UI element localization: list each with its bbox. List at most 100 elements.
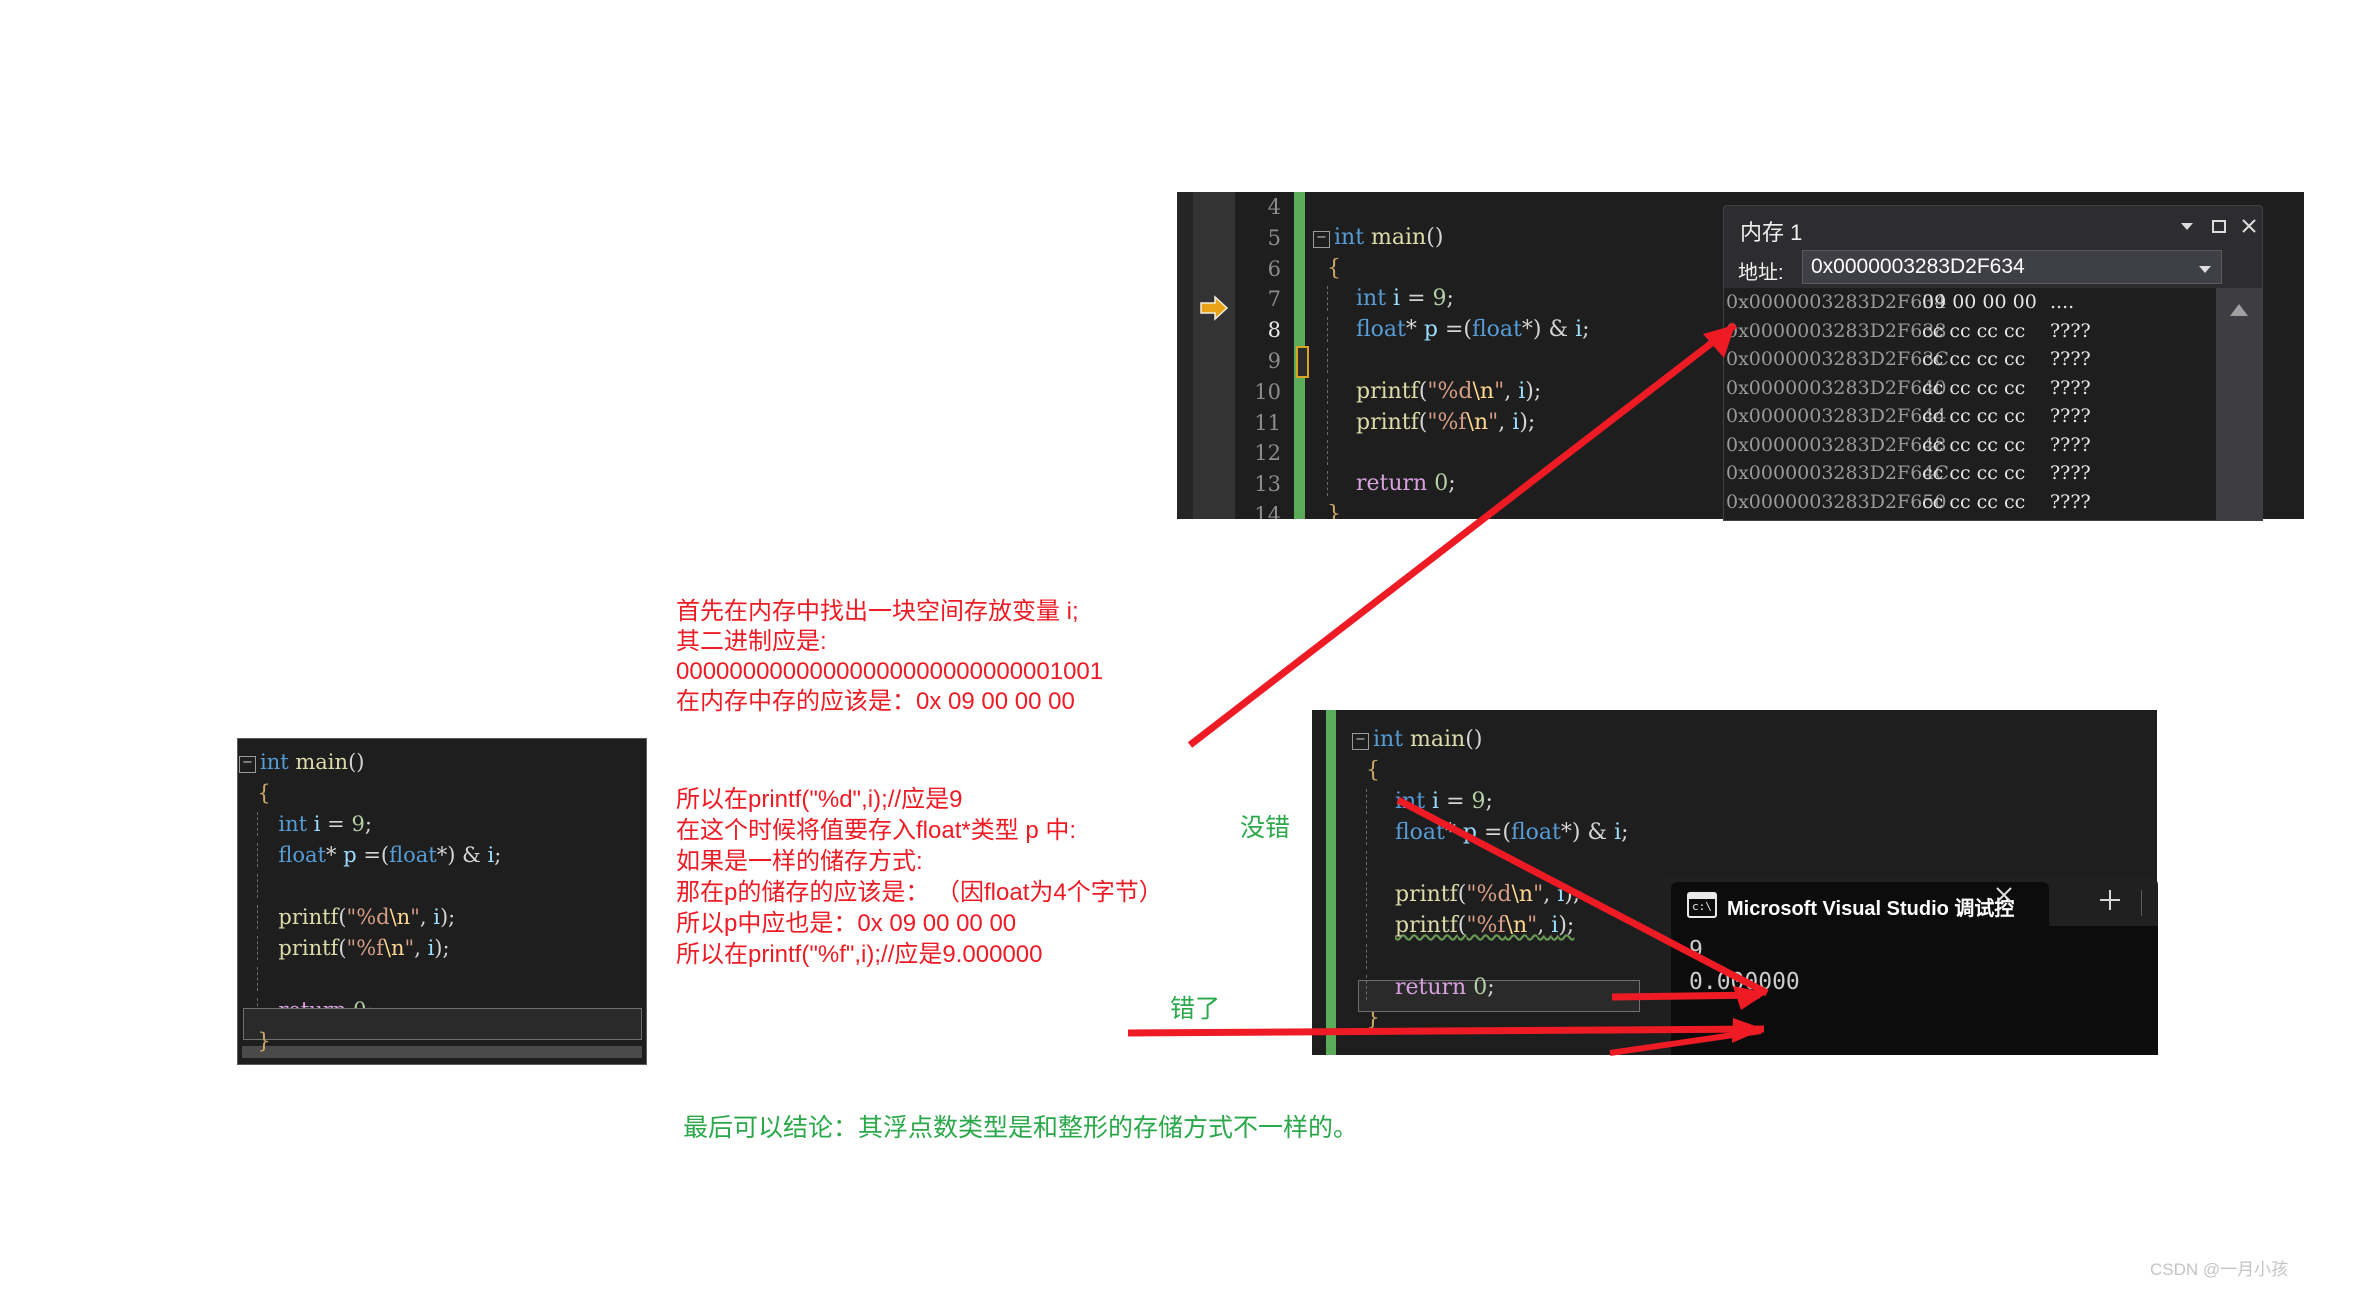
left-code-snippet-panel: − int main() { int i = 9; float* p =(floa… xyxy=(237,738,647,1065)
line-number: 10 xyxy=(1254,379,1281,404)
memory-window-title: 内存 1 xyxy=(1740,220,1803,245)
line-number-gutter: 4 5 6 7 8 9 10 11 12 13 14 xyxy=(1235,192,1287,519)
close-icon[interactable] xyxy=(2236,216,2262,240)
chevron-down-icon[interactable] xyxy=(2174,216,2200,240)
annotation-label-correct: 没错 xyxy=(1240,814,1291,842)
close-icon[interactable] xyxy=(1993,884,2015,912)
memory-row-address: 0x0000003283D2F64C xyxy=(1726,462,1949,484)
annotation-red-block-1: 首先在内存中找出一块空间存放变量 i; 其二进制应是: 000000000000… xyxy=(676,597,1103,717)
memory-row-bytes: cc cc cc cc xyxy=(1922,433,2026,456)
memory-row-bytes: 09 00 00 00 xyxy=(1922,291,2037,313)
execution-pointer-arrow-icon xyxy=(1199,295,1229,321)
code-line: int i = 9; xyxy=(1346,786,2157,817)
memory-row-ascii: ???? xyxy=(2050,433,2091,456)
memory-row: 0x0000003283D2F640cc cc cc cc???? xyxy=(1724,374,2216,403)
line-number: 7 xyxy=(1267,287,1281,312)
memory-row-address: 0x0000003283D2F640 xyxy=(1726,376,1947,399)
memory-row-ascii: .... xyxy=(2050,291,2075,313)
annotation-line: 所以在printf("%d",i);//应是9 xyxy=(676,786,963,813)
memory-row-ascii: ???? xyxy=(2050,405,2091,427)
annotation-line: 首先在内存中找出一块空间存放变量 i; xyxy=(676,598,1079,625)
editor-change-bar xyxy=(1326,710,1336,1055)
line-number-current: 8 xyxy=(1267,318,1281,343)
memory-row-ascii: ???? xyxy=(2050,462,2091,484)
memory-row-ascii: ???? xyxy=(2050,319,2091,342)
terminal-window: c:\ Microsoft Visual Studio 调试控 9 0.0000… xyxy=(1663,876,2158,1055)
console-icon: c:\ xyxy=(1687,892,1717,918)
code-line: − int main() xyxy=(238,747,646,778)
annotation-line: 所以p中应也是：0x 09 00 00 00 xyxy=(676,910,1017,937)
code-line: printf("%d\n", i); xyxy=(238,902,646,933)
collapse-icon[interactable]: − xyxy=(1313,230,1330,248)
memory-row-bytes: cc cc cc cc xyxy=(1922,348,2026,370)
annotation-line: 如果是一样的储存方式: xyxy=(676,848,923,875)
memory-row-bytes: cc cc cc cc xyxy=(1922,319,2026,342)
console-icon-label: c:\ xyxy=(1692,900,1712,913)
annotation-line: 其二进制应是: xyxy=(676,628,827,655)
chevron-down-icon[interactable] xyxy=(2197,262,2213,280)
code-line: int i = 9; xyxy=(238,809,646,840)
memory-row: 0x0000003283D2F650cc cc cc cc???? xyxy=(1724,488,2216,517)
code-line: { xyxy=(257,781,271,805)
line-number: 9 xyxy=(1267,348,1281,373)
memory-scrollbar[interactable] xyxy=(2216,288,2262,520)
terminal-output-line: 9 xyxy=(1689,937,1703,963)
memory-window: 内存 1 地址: 0x0000003283D2F634 ▸▸ 0x0000003… xyxy=(1723,205,2263,521)
memory-window-titlebar: 内存 1 xyxy=(1724,206,2262,250)
terminal-toolbar-divider xyxy=(2141,890,2142,916)
line-number: 12 xyxy=(1254,441,1281,466)
collapse-icon[interactable]: − xyxy=(1352,733,1369,750)
memory-row-bytes: cc cc cc cc xyxy=(1922,462,2026,484)
line-number: 14 xyxy=(1254,502,1281,519)
code-line: float* p =(float*) & i; xyxy=(1346,817,2157,848)
editor-glyph-margin[interactable] xyxy=(1193,192,1235,519)
memory-address-label: 地址: xyxy=(1738,262,1784,284)
code-line: float* p =(float*) & i; xyxy=(238,840,646,871)
scroll-up-arrow-icon[interactable] xyxy=(2228,302,2250,323)
code-line xyxy=(238,871,646,902)
code-line: { xyxy=(1366,758,1380,783)
line-number: 13 xyxy=(1254,472,1281,497)
line-number: 11 xyxy=(1254,410,1281,435)
csdn-watermark: CSDN @一月小孩 xyxy=(2150,1260,2289,1279)
annotation-line: 那在p的储存的应该是： （因float为4个字节） xyxy=(676,879,1163,906)
memory-row-address: 0x0000003283D2F650 xyxy=(1726,490,1947,513)
annotation-line: 所以在printf("%f",i);//应是9.000000 xyxy=(676,941,1043,968)
maximize-icon[interactable] xyxy=(2206,216,2232,240)
collapse-icon[interactable]: − xyxy=(239,756,256,773)
current-statement-marker xyxy=(1296,346,1309,378)
memory-row-ascii: ???? xyxy=(2050,376,2091,399)
code-line: printf("%f\n", i); xyxy=(238,933,646,964)
memory-row-bytes: cc cc cc cc xyxy=(1922,376,2026,399)
memory-row-address: 0x0000003283D2F644 xyxy=(1726,405,1947,427)
memory-row: 0x0000003283D2F63409 00 00 00.... xyxy=(1724,288,2216,317)
memory-row-address: 0x0000003283D2F634 xyxy=(1726,291,1947,313)
memory-row: 0x0000003283D2F644cc cc cc cc???? xyxy=(1724,402,2216,431)
annotation-line: 在这个时候将值要存入float*类型 p 中: xyxy=(676,817,1077,844)
memory-row-ascii: ???? xyxy=(2050,490,2091,513)
memory-row: 0x0000003283D2F64Ccc cc cc cc???? xyxy=(1724,459,2216,488)
line-number: 4 xyxy=(1267,195,1281,219)
plus-icon[interactable] xyxy=(2097,887,2123,921)
memory-row-address: 0x0000003283D2F63C xyxy=(1726,348,1949,370)
code-line xyxy=(238,964,646,995)
terminal-tab-title: Microsoft Visual Studio 调试控 xyxy=(1727,898,2015,920)
code-line: } xyxy=(257,1029,271,1053)
memory-address-input[interactable]: 0x0000003283D2F634 xyxy=(1802,250,2222,284)
annotation-conclusion: 最后可以结论：其浮点数类型是和整形的存储方式不一样的。 xyxy=(683,1114,1359,1142)
memory-row-ascii: ???? xyxy=(2050,348,2091,370)
annotation-red-block-2: 所以在printf("%d",i);//应是9 在这个时候将值要存入float*… xyxy=(676,784,1163,970)
memory-row-bytes: cc cc cc cc xyxy=(1922,490,2026,513)
code-line: return 0; xyxy=(1346,972,2157,1003)
annotation-label-wrong: 错了 xyxy=(1170,995,1221,1023)
line-number: 6 xyxy=(1267,256,1281,281)
memory-row: 0x0000003283D2F63Ccc cc cc cc???? xyxy=(1724,345,2216,374)
memory-dump-rows[interactable]: 0x0000003283D2F63409 00 00 00.... 0x0000… xyxy=(1724,288,2216,520)
memory-row-bytes: cc cc cc cc xyxy=(1922,405,2026,427)
memory-row-address: 0x0000003283D2F638 xyxy=(1726,319,1947,342)
memory-row: 0x0000003283D2F638cc cc cc cc???? xyxy=(1724,317,2216,346)
memory-address-row: 地址: 0x0000003283D2F634 ▸▸ xyxy=(1724,250,2262,315)
line-number: 5 xyxy=(1267,225,1281,250)
memory-row-address: 0x0000003283D2F648 xyxy=(1726,433,1947,456)
annotation-line: 在内存中存的应该是：0x 09 00 00 00 xyxy=(676,688,1075,715)
